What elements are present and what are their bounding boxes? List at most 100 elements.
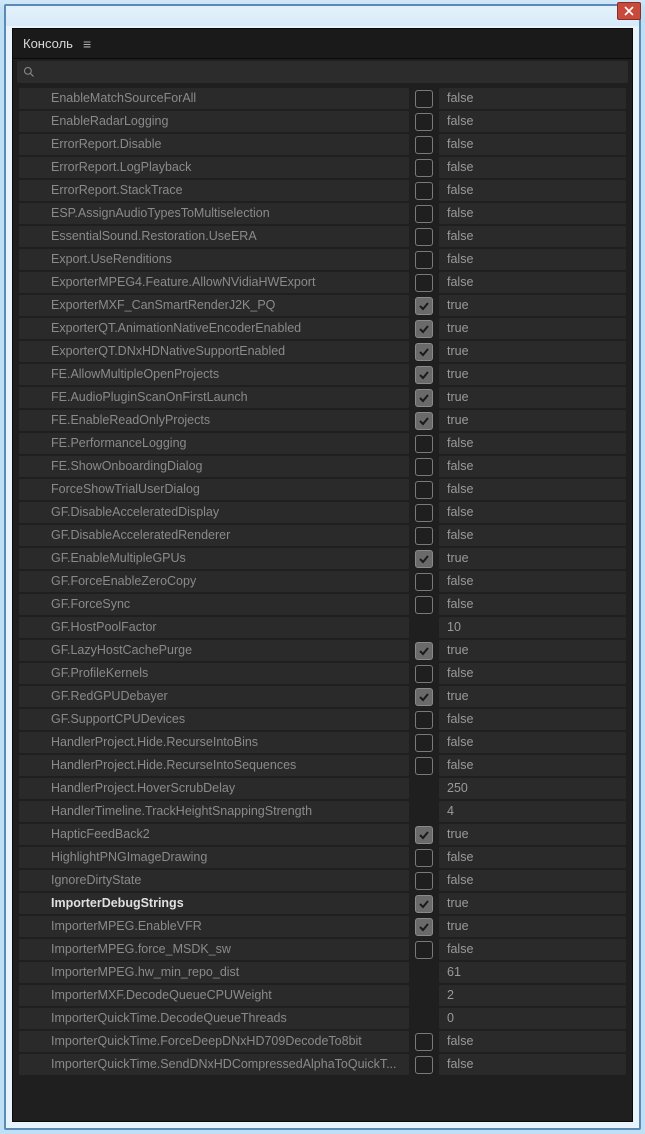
setting-value[interactable]: true <box>439 824 626 845</box>
setting-value[interactable]: false <box>439 203 626 224</box>
setting-label: FE.AllowMultipleOpenProjects <box>19 364 409 385</box>
setting-value[interactable]: false <box>439 456 626 477</box>
setting-label: GF.SupportCPUDevices <box>19 709 409 730</box>
setting-checkbox[interactable] <box>415 872 433 890</box>
setting-value[interactable]: false <box>439 571 626 592</box>
setting-value[interactable]: false <box>439 111 626 132</box>
setting-checkbox[interactable] <box>415 205 433 223</box>
setting-row: FE.AudioPluginScanOnFirstLaunchtrue <box>17 386 628 409</box>
setting-row: GF.LazyHostCachePurgetrue <box>17 639 628 662</box>
setting-value[interactable]: false <box>439 1031 626 1052</box>
setting-value[interactable]: false <box>439 709 626 730</box>
setting-value[interactable]: false <box>439 88 626 109</box>
setting-value[interactable]: 250 <box>439 778 626 799</box>
setting-checkbox[interactable] <box>415 573 433 591</box>
setting-value[interactable]: false <box>439 157 626 178</box>
setting-checkbox[interactable] <box>415 527 433 545</box>
setting-value[interactable]: true <box>439 640 626 661</box>
setting-row: ExporterMPEG4.Feature.AllowNVidiaHWExpor… <box>17 271 628 294</box>
setting-value[interactable]: true <box>439 364 626 385</box>
setting-checkbox[interactable] <box>415 1033 433 1051</box>
setting-value[interactable]: false <box>439 226 626 247</box>
setting-checkbox[interactable] <box>415 918 433 936</box>
panel-header: Консоль ≡ <box>13 29 632 59</box>
setting-row: ESP.AssignAudioTypesToMultiselectionfals… <box>17 202 628 225</box>
setting-checkbox[interactable] <box>415 228 433 246</box>
setting-value[interactable]: false <box>439 433 626 454</box>
search-input[interactable] <box>17 61 628 83</box>
setting-checkbox[interactable] <box>415 320 433 338</box>
setting-checkbox[interactable] <box>415 895 433 913</box>
setting-value[interactable]: false <box>439 134 626 155</box>
setting-checkbox[interactable] <box>415 596 433 614</box>
setting-checkbox[interactable] <box>415 251 433 269</box>
setting-value[interactable]: 0 <box>439 1008 626 1029</box>
setting-value[interactable]: true <box>439 410 626 431</box>
setting-checkbox[interactable] <box>415 1056 433 1074</box>
setting-value[interactable]: false <box>439 847 626 868</box>
setting-value[interactable]: true <box>439 686 626 707</box>
setting-value[interactable]: 61 <box>439 962 626 983</box>
setting-checkbox[interactable] <box>415 113 433 131</box>
setting-row: ForceShowTrialUserDialogfalse <box>17 478 628 501</box>
setting-checkbox[interactable] <box>415 757 433 775</box>
setting-value[interactable]: false <box>439 594 626 615</box>
setting-row: HapticFeedBack2true <box>17 823 628 846</box>
setting-checkbox[interactable] <box>415 136 433 154</box>
setting-value[interactable]: true <box>439 893 626 914</box>
setting-value[interactable]: false <box>439 663 626 684</box>
window-close-button[interactable] <box>617 2 641 20</box>
setting-value[interactable]: false <box>439 272 626 293</box>
setting-value[interactable]: 4 <box>439 801 626 822</box>
setting-value[interactable]: false <box>439 939 626 960</box>
setting-value[interactable]: true <box>439 318 626 339</box>
setting-checkbox[interactable] <box>415 90 433 108</box>
setting-checkbox[interactable] <box>415 642 433 660</box>
setting-checkbox[interactable] <box>415 182 433 200</box>
setting-value[interactable]: false <box>439 249 626 270</box>
setting-value[interactable]: false <box>439 1054 626 1075</box>
setting-checkbox[interactable] <box>415 711 433 729</box>
setting-checkbox[interactable] <box>415 435 433 453</box>
setting-value[interactable]: false <box>439 870 626 891</box>
setting-value[interactable]: false <box>439 479 626 500</box>
setting-value[interactable]: true <box>439 548 626 569</box>
setting-value[interactable]: false <box>439 180 626 201</box>
setting-checkbox[interactable] <box>415 550 433 568</box>
setting-checkbox[interactable] <box>415 826 433 844</box>
setting-checkbox[interactable] <box>415 665 433 683</box>
setting-checkbox[interactable] <box>415 941 433 959</box>
setting-checkbox[interactable] <box>415 297 433 315</box>
setting-label: ErrorReport.StackTrace <box>19 180 409 201</box>
setting-value[interactable]: true <box>439 387 626 408</box>
setting-checkbox[interactable] <box>415 274 433 292</box>
setting-value[interactable]: 10 <box>439 617 626 638</box>
setting-checkbox[interactable] <box>415 412 433 430</box>
setting-label: FE.EnableReadOnlyProjects <box>19 410 409 431</box>
setting-row: ErrorReport.LogPlaybackfalse <box>17 156 628 179</box>
setting-checkbox[interactable] <box>415 849 433 867</box>
settings-list[interactable]: EnableMatchSourceForAllfalseEnableRadarL… <box>13 85 632 1121</box>
setting-value[interactable]: false <box>439 525 626 546</box>
setting-checkbox[interactable] <box>415 734 433 752</box>
setting-checkbox[interactable] <box>415 389 433 407</box>
setting-value[interactable]: 2 <box>439 985 626 1006</box>
setting-row: FE.EnableReadOnlyProjects true <box>17 409 628 432</box>
setting-checkbox[interactable] <box>415 159 433 177</box>
setting-value[interactable]: false <box>439 755 626 776</box>
setting-row: EssentialSound.Restoration.UseERAfalse <box>17 225 628 248</box>
setting-value[interactable]: true <box>439 341 626 362</box>
setting-checkbox[interactable] <box>415 481 433 499</box>
setting-row: ErrorReport.Disablefalse <box>17 133 628 156</box>
setting-value[interactable]: false <box>439 732 626 753</box>
setting-value[interactable]: true <box>439 295 626 316</box>
setting-label: ImporterQuickTime.ForceDeepDNxHD709Decod… <box>19 1031 409 1052</box>
setting-value[interactable]: false <box>439 502 626 523</box>
hamburger-icon[interactable]: ≡ <box>83 36 91 52</box>
setting-value[interactable]: true <box>439 916 626 937</box>
setting-checkbox[interactable] <box>415 688 433 706</box>
setting-checkbox[interactable] <box>415 504 433 522</box>
setting-checkbox[interactable] <box>415 343 433 361</box>
setting-checkbox[interactable] <box>415 458 433 476</box>
setting-checkbox[interactable] <box>415 366 433 384</box>
